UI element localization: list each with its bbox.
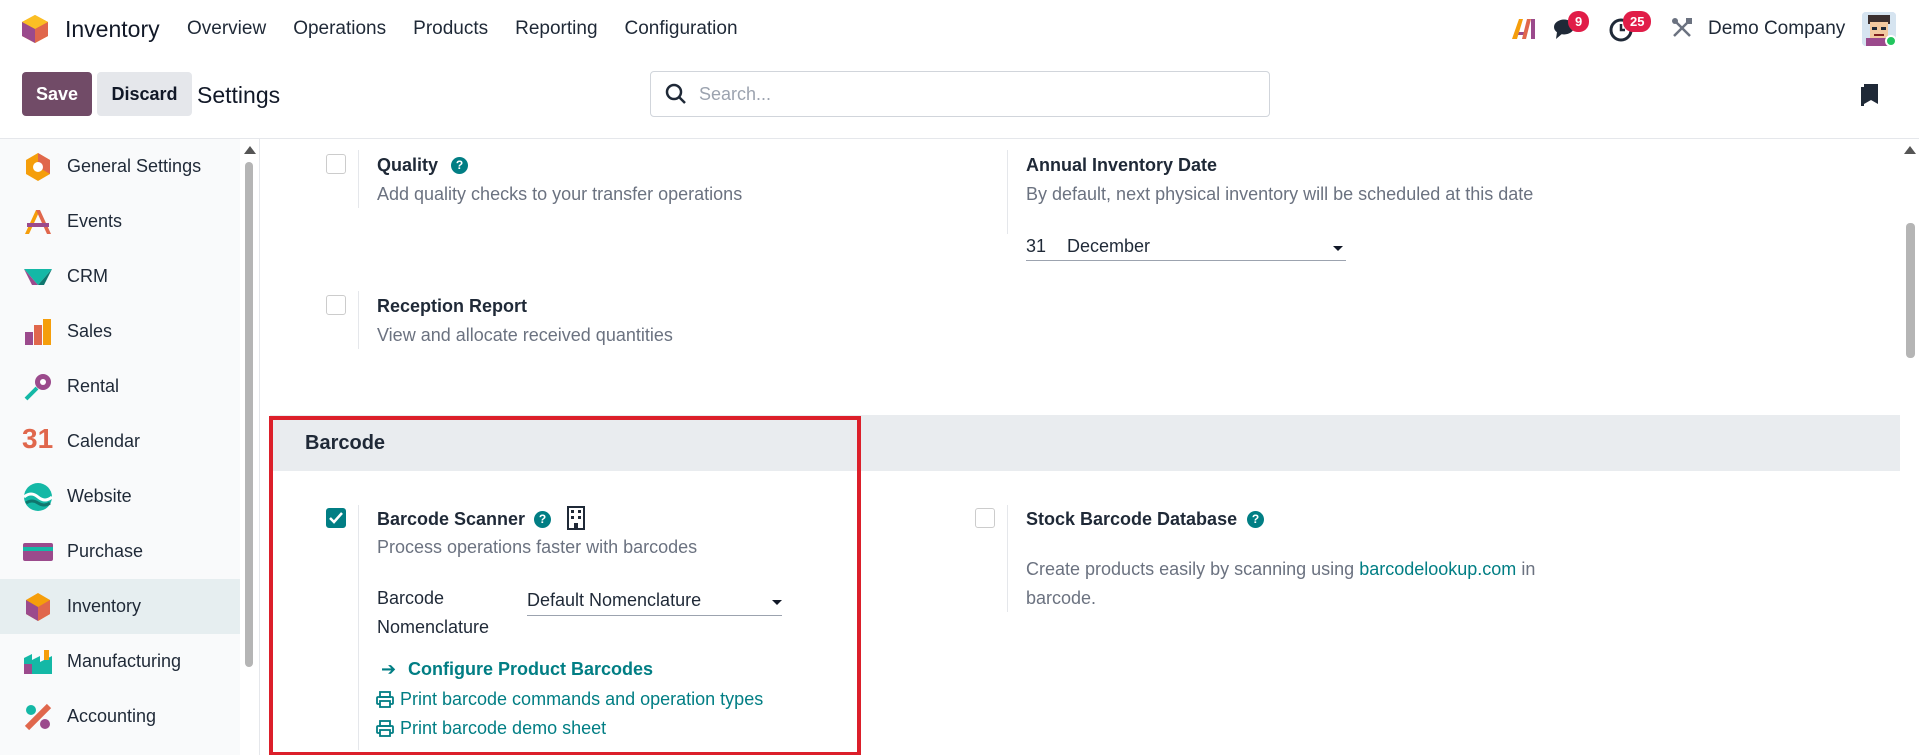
annual-inventory-day[interactable]: 31 (1026, 236, 1046, 257)
description-text: Create products easily by scanning using (1026, 559, 1355, 579)
menu-operations[interactable]: Operations (293, 18, 386, 40)
sidebar-item-rental[interactable]: Rental (0, 359, 240, 414)
page-title: Settings (197, 82, 281, 108)
stock-barcode-database-description: Create products easily by scanning using… (1026, 559, 1535, 580)
sidebar-item-calendar[interactable]: 31 Calendar (0, 414, 240, 469)
sidebar-item-label: Calendar (67, 431, 141, 451)
sidebar-item-label: CRM (67, 266, 108, 286)
help-icon[interactable]: ? (451, 157, 468, 174)
crm-icon (24, 268, 52, 285)
chevron-down-icon (1333, 246, 1343, 251)
annual-inventory-title: Annual Inventory Date (1026, 155, 1218, 175)
highlight-box (269, 416, 861, 755)
setting-divider (1007, 505, 1008, 612)
stock-barcode-database-description-line2: barcode. (1026, 588, 1097, 608)
inventory-icon (26, 592, 50, 621)
inventory-app-icon[interactable] (21, 14, 49, 44)
annual-inventory-description: By default, next physical inventory will… (1026, 184, 1534, 204)
main-scrollbar[interactable] (1906, 223, 1915, 358)
search-icon (665, 83, 686, 104)
debug-tools-icon[interactable] (1671, 17, 1693, 39)
top-navbar: Inventory Overview Operations Products R… (0, 0, 1919, 58)
sales-icon (25, 318, 51, 345)
setting-divider (358, 291, 359, 349)
quality-title: Quality (377, 155, 439, 175)
sidebar-item-label: Accounting (67, 706, 157, 726)
company-switcher[interactable]: Demo Company (1708, 18, 1845, 40)
sidebar-scroll-up-arrow[interactable] (244, 146, 256, 154)
menu-reporting[interactable]: Reporting (515, 18, 597, 40)
sidebar-item-purchase[interactable]: Purchase (0, 524, 240, 579)
manufacturing-icon (24, 649, 52, 674)
description-text: in (1521, 559, 1536, 579)
bookmark-icon[interactable] (1861, 84, 1879, 108)
general-settings-icon (26, 152, 50, 181)
discard-button[interactable]: Discard (97, 72, 192, 116)
save-button[interactable]: Save (22, 72, 92, 116)
sidebar-item-label: Website (67, 486, 132, 506)
sidebar-item-inventory[interactable]: Inventory (0, 579, 240, 634)
main-menu: Overview Operations Products Reporting C… (187, 18, 765, 40)
setting-divider (358, 150, 359, 208)
sidebar-item-label: Events (67, 211, 123, 231)
online-status-dot (1885, 35, 1897, 47)
quality-description: Add quality checks to your transfer oper… (377, 184, 743, 204)
sidebar-divider (259, 139, 260, 755)
search-bar[interactable] (650, 71, 1270, 117)
help-icon[interactable]: ? (1247, 511, 1264, 528)
setting-divider (1007, 150, 1008, 234)
stock-barcode-database-checkbox[interactable] (975, 508, 995, 528)
search-input[interactable] (699, 83, 1259, 105)
sidebar-item-events[interactable]: Events (0, 194, 240, 249)
purchase-icon (23, 542, 53, 561)
sidebar-item-accounting[interactable]: Accounting (0, 689, 240, 744)
ai-icon[interactable] (1510, 18, 1536, 40)
reception-report-title: Reception Report (377, 296, 528, 316)
sidebar-item-website[interactable]: Website (0, 469, 240, 524)
chat-badge: 9 (1568, 11, 1590, 32)
app-name[interactable]: Inventory (65, 16, 160, 43)
menu-products[interactable]: Products (413, 18, 488, 40)
events-icon (25, 209, 51, 234)
header-divider (0, 138, 1919, 139)
quality-checkbox[interactable] (326, 154, 346, 174)
sidebar-item-label: Manufacturing (67, 651, 182, 671)
sidebar-item-general-settings[interactable]: General Settings (0, 139, 240, 194)
settings-sidebar: General Settings Events CRM Sales Rental… (0, 139, 240, 755)
month-select-underline (1026, 260, 1346, 261)
reception-report-description: View and allocate received quantities (377, 325, 673, 345)
sidebar-item-label: Inventory (67, 596, 142, 616)
rental-icon (24, 373, 51, 400)
website-icon (23, 482, 53, 511)
calendar-icon: 31 (22, 423, 54, 454)
sidebar-item-label: Sales (67, 321, 113, 341)
annual-inventory-month-select[interactable]: December (1067, 236, 1150, 257)
sidebar-scrollbar[interactable] (245, 162, 253, 667)
reception-report-checkbox[interactable] (326, 295, 346, 315)
sidebar-item-label: Rental (67, 376, 120, 396)
stock-barcode-database-title: Stock Barcode Database (1026, 509, 1238, 529)
activity-badge: 25 (1623, 11, 1652, 32)
sidebar-item-manufacturing[interactable]: Manufacturing (0, 634, 240, 689)
sidebar-item-label: Purchase (67, 541, 144, 561)
sidebar-item-label: General Settings (67, 156, 202, 176)
menu-configuration[interactable]: Configuration (625, 18, 738, 40)
sidebar-item-crm[interactable]: CRM (0, 249, 240, 304)
barcodelookup-link[interactable]: barcodelookup.com (1359, 559, 1516, 579)
menu-overview[interactable]: Overview (187, 18, 266, 40)
main-scroll-up-arrow[interactable] (1904, 146, 1916, 154)
accounting-icon (24, 703, 52, 730)
sidebar-item-sales[interactable]: Sales (0, 304, 240, 359)
